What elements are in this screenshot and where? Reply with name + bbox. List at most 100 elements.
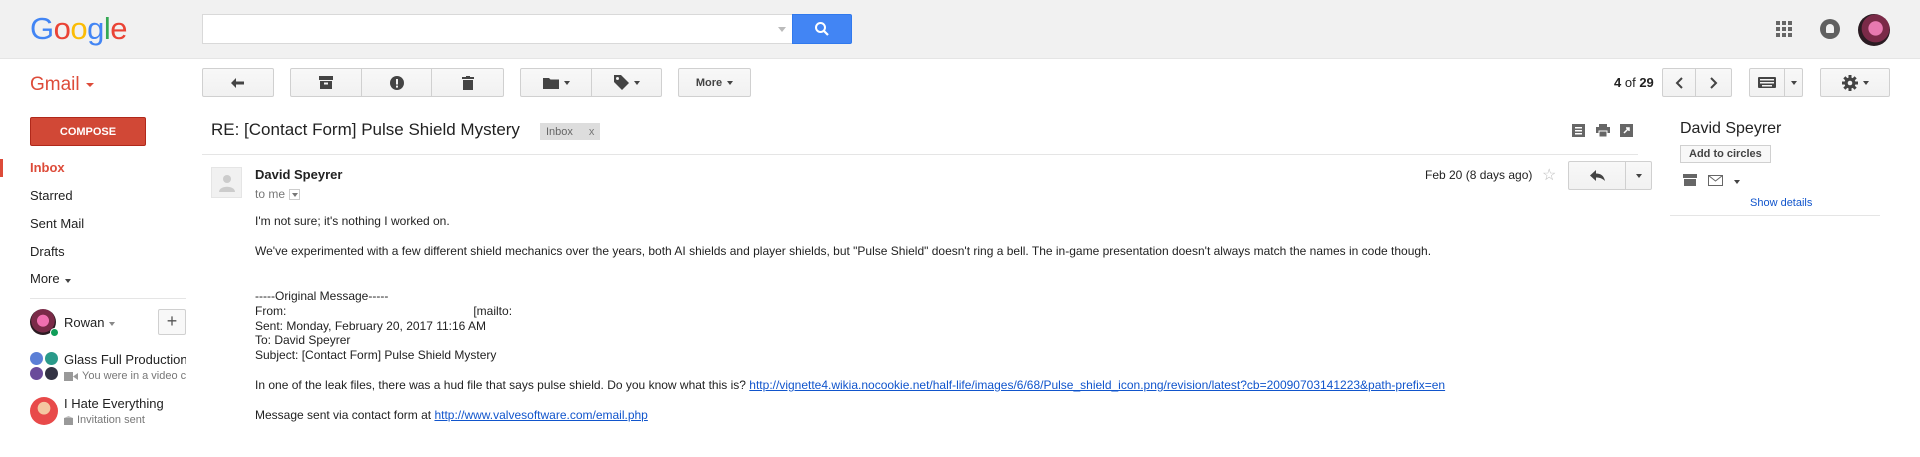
archive-icon[interactable]	[1683, 174, 1697, 186]
sender-name[interactable]: David Speyrer	[255, 167, 342, 182]
search-input[interactable]	[202, 14, 792, 44]
logo-letter: G	[30, 11, 54, 46]
body-paragraph: I'm not sure; it's nothing I worked on.	[255, 214, 450, 228]
quoted-mailto: [mailto:	[473, 304, 513, 318]
logo-letter: e	[110, 11, 128, 46]
input-tools-dropdown[interactable]	[1785, 68, 1803, 97]
hangouts-user-menu[interactable]: Rowan	[64, 315, 116, 330]
keyboard-icon	[1758, 77, 1776, 88]
chevron-down-icon	[64, 279, 71, 283]
online-status-icon	[50, 328, 59, 337]
sender-avatar[interactable]	[211, 167, 242, 198]
back-to-inbox-button[interactable]	[202, 68, 274, 97]
search-button[interactable]	[792, 14, 852, 44]
new-hangout-button[interactable]: +	[158, 309, 186, 335]
contact-divider	[1670, 215, 1880, 216]
show-details-dropdown[interactable]	[289, 189, 301, 201]
remove-label-button[interactable]: x	[589, 126, 595, 138]
print-icon[interactable]	[1596, 124, 1610, 137]
expand-all-icon[interactable]	[1572, 124, 1585, 137]
quoted-sent-line: Sent: Monday, February 20, 2017 11:16 AM	[255, 319, 487, 333]
input-tools-button[interactable]	[1749, 68, 1785, 97]
archive-button[interactable]	[290, 68, 362, 97]
body-text: In one of the leak files, there was a hu…	[255, 378, 746, 392]
more-actions-button[interactable]: More	[678, 68, 751, 97]
mail-icon[interactable]	[1708, 175, 1723, 186]
delete-button[interactable]	[432, 68, 504, 97]
newer-button[interactable]	[1662, 68, 1696, 97]
older-button[interactable]	[1696, 68, 1732, 97]
chevron-down-icon	[633, 80, 640, 85]
nav-divider	[30, 298, 186, 299]
body-paragraph: Message sent via contact form at http://…	[255, 408, 648, 422]
reply-icon	[1589, 170, 1605, 181]
original-message-header: -----Original Message-----	[255, 289, 389, 303]
nav-item-starred[interactable]: Starred	[30, 188, 73, 203]
move-to-button[interactable]	[520, 68, 592, 97]
logo-letter: o	[70, 11, 88, 46]
hangout-conversation-status: You were in a video call	[64, 370, 186, 382]
invitation-icon	[64, 415, 73, 425]
image-link[interactable]: http://vignette4.wikia.nocookie.net/half…	[749, 378, 1445, 392]
gmail-menu[interactable]: Gmail	[30, 74, 94, 96]
recipient-line: to me	[255, 187, 301, 201]
search-options-caret-icon[interactable]	[778, 27, 786, 32]
pager-total: 29	[1639, 75, 1654, 90]
labels-button[interactable]	[592, 68, 662, 97]
nav-item-sent-mail[interactable]: Sent Mail	[30, 216, 84, 231]
logo-letter: g	[87, 11, 104, 46]
contact-avatar[interactable]	[30, 397, 58, 425]
compose-button[interactable]: COMPOSE	[30, 117, 146, 146]
message-date: Feb 20 (8 days ago)	[1425, 168, 1533, 182]
gmail-label: Gmail	[30, 74, 80, 95]
add-to-circles-button[interactable]: Add to circles	[1680, 145, 1771, 163]
group-conversation-avatar[interactable]	[30, 352, 58, 380]
quoted-subject-line: Subject: [Contact Form] Pulse Shield Mys…	[255, 348, 497, 362]
hangout-status-text: Invitation sent	[77, 414, 145, 426]
quoted-from-label: From:	[255, 304, 287, 318]
gear-icon	[1841, 74, 1858, 91]
nav-item-more[interactable]: More	[30, 271, 71, 286]
nav-more-label: More	[30, 271, 60, 286]
header-divider	[202, 154, 1638, 155]
body-paragraph: In one of the leak files, there was a hu…	[255, 378, 1445, 392]
hangout-conversation-title[interactable]: I Hate Everything	[64, 396, 186, 411]
pagination-status: 4 of 29	[1614, 75, 1654, 90]
label-chip[interactable]: Inbox x	[540, 123, 601, 140]
reply-group	[1568, 161, 1652, 190]
hangout-conversation-title[interactable]: Glass Full Productions	[64, 352, 186, 367]
reply-button[interactable]	[1568, 161, 1626, 190]
more-actions-label: More	[695, 76, 723, 89]
contact-name[interactable]: David Speyrer	[1680, 120, 1781, 138]
quoted-from-line: From: [mailto:	[255, 304, 512, 318]
contact-form-link[interactable]: http://www.valvesoftware.com/email.php	[434, 408, 647, 422]
nav-item-inbox[interactable]: Inbox	[30, 160, 65, 175]
settings-button[interactable]	[1820, 68, 1890, 97]
chevron-right-icon	[1709, 76, 1717, 89]
video-call-icon	[64, 371, 78, 381]
apps-grid-icon[interactable]	[1776, 21, 1792, 37]
open-new-window-icon[interactable]	[1620, 124, 1633, 137]
action-button-group	[290, 68, 504, 97]
notifications-icon[interactable]	[1820, 19, 1840, 39]
recipient-text: to me	[255, 187, 286, 201]
show-details-link[interactable]: Show details	[1750, 197, 1812, 209]
account-avatar[interactable]	[1858, 14, 1890, 46]
google-logo[interactable]: Google	[30, 11, 128, 47]
back-arrow-icon	[231, 77, 244, 88]
chevron-down-icon[interactable]	[1734, 180, 1740, 184]
hangouts-user-name: Rowan	[64, 315, 105, 330]
logo-letter: o	[53, 11, 71, 46]
default-person-icon	[219, 175, 235, 192]
chevron-down-icon	[1635, 173, 1642, 178]
top-header: Google	[0, 0, 1920, 59]
spam-warning-icon	[389, 75, 404, 90]
star-icon[interactable]: ☆	[1542, 165, 1556, 185]
report-spam-button[interactable]	[362, 68, 432, 97]
chevron-down-icon	[85, 82, 94, 87]
nav-item-drafts[interactable]: Drafts	[30, 244, 65, 259]
pager-current: 4	[1614, 75, 1622, 90]
label-chip-text: Inbox	[546, 125, 573, 138]
more-reply-options-button[interactable]	[1626, 161, 1652, 190]
chevron-down-icon	[727, 80, 734, 85]
